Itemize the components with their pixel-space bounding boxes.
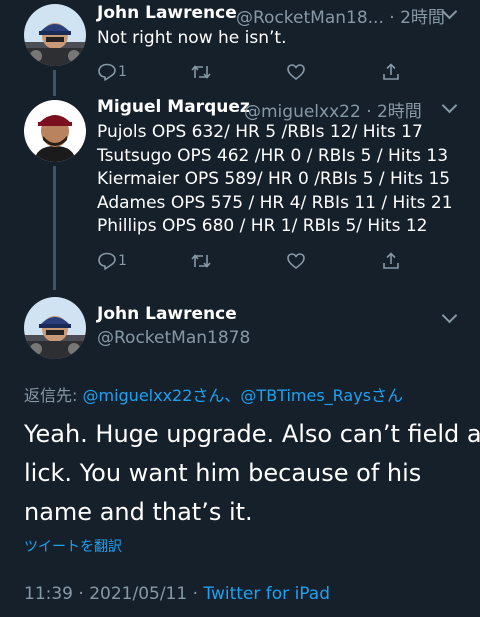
reply-button[interactable]: 1: [97, 61, 127, 83]
main-tweet-text-line: lick. You want him because of his: [24, 459, 422, 487]
retweet-icon: [191, 254, 211, 268]
tweet-text: Pujols OPS 632/ HR 5 /RBIs 12/ Hits 17 T…: [97, 121, 453, 239]
reply-to-user-link[interactable]: @miguelxx22さん: [82, 386, 224, 405]
reply-to-separator: 、: [224, 386, 241, 405]
thread-line: [53, 166, 56, 290]
heart-icon: [287, 64, 305, 80]
reply-count: 1: [118, 64, 127, 80]
retweet-button[interactable]: [190, 250, 212, 272]
share-button[interactable]: [381, 61, 401, 83]
chevron-down-icon[interactable]: [441, 97, 458, 114]
retweet-icon: [191, 65, 211, 79]
reply-count: 1: [118, 253, 127, 269]
reply-to-prefix: 返信先:: [24, 386, 83, 405]
avatar-john-lawrence[interactable]: [24, 4, 86, 66]
tweet-source-link[interactable]: Twitter for iPad: [203, 584, 330, 604]
reply-icon: [98, 252, 116, 270]
share-icon: [383, 252, 399, 269]
thread-line: [53, 70, 56, 96]
translate-tweet-link[interactable]: ツイートを翻訳: [24, 536, 122, 556]
tweet-text: Not right now he isn’t.: [97, 27, 286, 51]
tweet-author-name[interactable]: Miguel Marquez: [97, 97, 250, 117]
tweet-author-name[interactable]: John Lawrence: [97, 3, 237, 23]
main-tweet-author-name[interactable]: John Lawrence: [97, 304, 237, 324]
share-button[interactable]: [381, 250, 401, 272]
main-tweet-text-line: name and that’s it.: [24, 498, 253, 526]
heart-icon: [287, 253, 305, 269]
tweet-text-line: Kiermaier OPS 589/ HR 0 /RBIs 5 / Hits 1…: [97, 169, 451, 190]
tweet-handle-time[interactable]: @miguelxx22 · 2時間: [244, 97, 422, 122]
main-tweet-text: Yeah. Huge upgrade. Also can’t field a l…: [24, 415, 480, 532]
tweet-text-line: Phillips OPS 680 / HR 1/ RBIs 5/ Hits 12: [97, 216, 428, 237]
retweet-button[interactable]: [190, 61, 212, 83]
tweet-text-line: Adames OPS 575 / HR 4/ RBIs 11 / Hits 21: [97, 192, 453, 213]
reply-to-user-link[interactable]: @TBTimes_Raysさん: [240, 386, 403, 405]
like-button[interactable]: [286, 250, 306, 272]
reply-button[interactable]: 1: [97, 250, 127, 272]
reply-icon: [98, 63, 116, 81]
tweet-text-line: Pujols OPS 632/ HR 5 /RBIs 12/ Hits 17: [97, 122, 423, 142]
main-tweet-text-line: Yeah. Huge upgrade. Also can’t field a: [24, 420, 480, 448]
share-icon: [383, 63, 399, 80]
avatar-miguel-marquez[interactable]: [24, 100, 86, 162]
tweet-timestamp[interactable]: 11:39 · 2021/05/11 ·: [24, 584, 203, 604]
tweet-text-line: Tsutsugo OPS 462 /HR 0 / RBIs 5 / Hits 1…: [97, 145, 449, 166]
tweet-text-line: Not right now he isn’t.: [97, 28, 287, 48]
tweet-handle-time[interactable]: @RocketMan18... · 2時間: [236, 3, 445, 28]
main-tweet-handle[interactable]: @RocketMan1878: [97, 328, 250, 348]
reply-to-line: 返信先: @miguelxx22さん、@TBTimes_Raysさん: [24, 382, 403, 406]
like-button[interactable]: [286, 61, 306, 83]
chevron-down-icon[interactable]: [441, 307, 458, 324]
tweet-meta: 11:39 · 2021/05/11 · Twitter for iPad: [24, 584, 330, 604]
avatar-john-lawrence[interactable]: [24, 297, 86, 359]
